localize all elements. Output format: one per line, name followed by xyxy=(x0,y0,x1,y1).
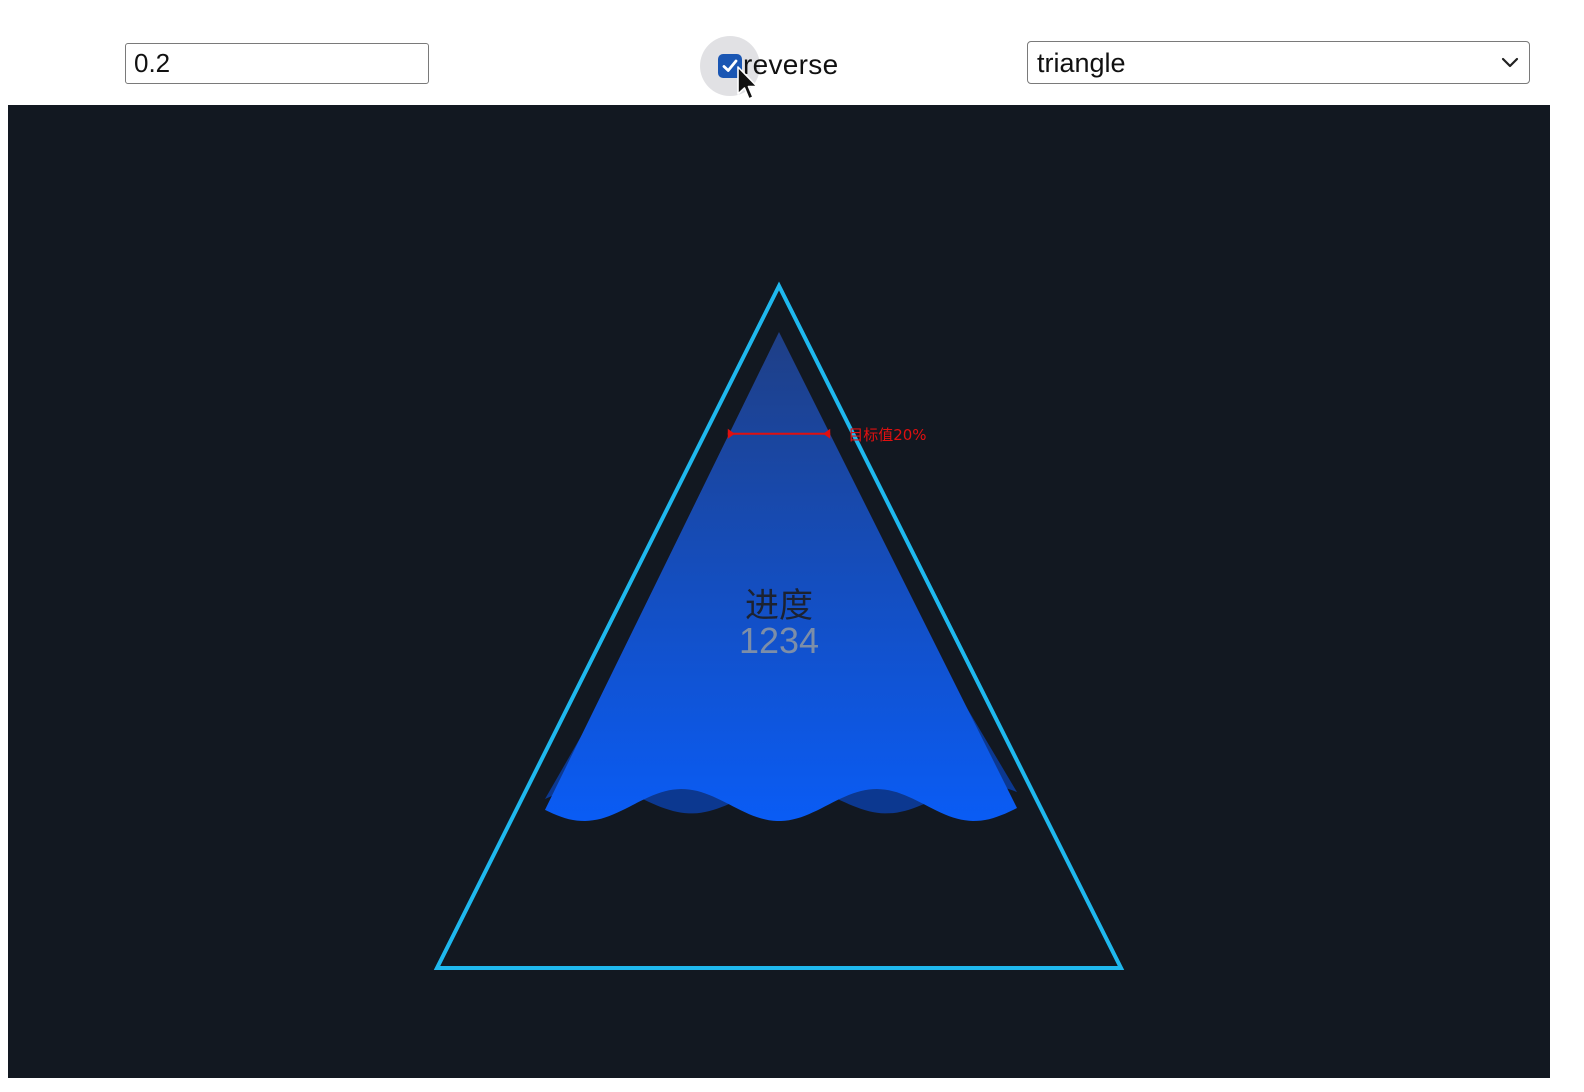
chart-value-label: 1234 xyxy=(739,620,819,661)
reverse-checkbox[interactable] xyxy=(718,54,742,78)
chevron-down-icon xyxy=(1501,57,1519,68)
value-input[interactable] xyxy=(125,43,429,84)
checkmark-icon xyxy=(722,59,738,72)
liquid-fill xyxy=(545,332,1017,821)
shape-select-value: triangle xyxy=(1037,48,1126,78)
reverse-label: reverse xyxy=(743,49,839,80)
liquidfill-chart: 目标值20% 进度 1234 xyxy=(433,281,1125,970)
page: reverse triangle xyxy=(0,0,1584,1092)
chart-canvas: 目标值20% 进度 1234 xyxy=(8,105,1550,1078)
shape-select[interactable]: triangle xyxy=(1027,41,1530,84)
target-label: 目标值20% xyxy=(848,426,926,444)
reverse-toggle[interactable]: reverse xyxy=(700,36,838,96)
controls-bar: reverse triangle xyxy=(0,0,1584,105)
